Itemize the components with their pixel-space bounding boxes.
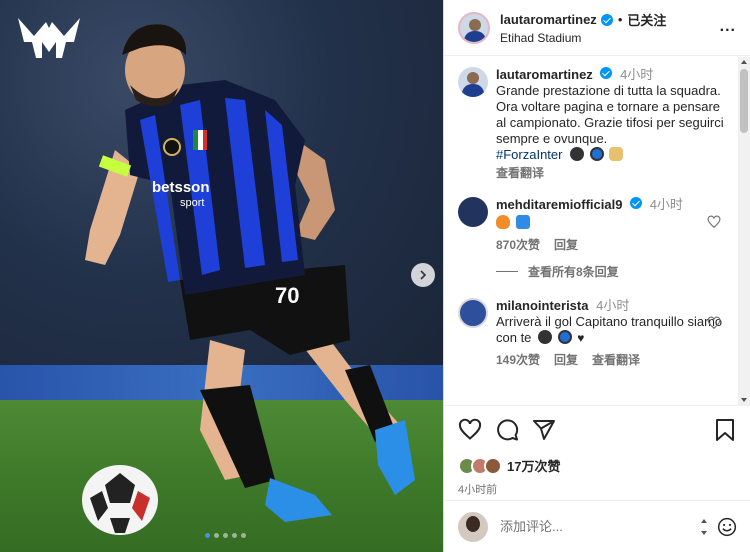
blue-circle-emoji-icon bbox=[557, 330, 572, 344]
comment-username[interactable]: milanointerista bbox=[496, 298, 588, 313]
soccer-ball bbox=[82, 465, 158, 535]
player-photo: 70 betsson sport bbox=[85, 24, 415, 522]
like-comment-icon[interactable] bbox=[707, 316, 721, 330]
comment-likes[interactable]: 149次赞 bbox=[496, 352, 540, 368]
verified-badge-icon bbox=[600, 13, 613, 26]
comment-likes[interactable]: 870次赞 bbox=[496, 237, 540, 253]
next-image-button[interactable] bbox=[411, 263, 435, 287]
carousel-dot bbox=[205, 533, 210, 538]
comment-username[interactable]: mehditaremiofficial9 bbox=[496, 197, 622, 212]
black-heart-emoji-icon: ♥ bbox=[577, 331, 585, 345]
post-media[interactable]: 70 betsson sport bbox=[0, 0, 443, 552]
more-options-icon[interactable]: ... bbox=[720, 18, 736, 36]
comment-icon[interactable] bbox=[495, 418, 519, 442]
post-details-pane: lautaromartinez • 已关注 Etihad Stadium ...… bbox=[443, 0, 750, 552]
share-icon[interactable] bbox=[532, 418, 556, 442]
see-translation-link[interactable]: 查看翻译 bbox=[496, 165, 544, 181]
avatar bbox=[484, 456, 502, 475]
input-spinner[interactable] bbox=[699, 518, 709, 535]
scrollbar-thumb[interactable] bbox=[740, 69, 748, 133]
separator: • bbox=[617, 12, 623, 27]
comment-time[interactable]: 4小时 bbox=[650, 197, 683, 212]
black-circle-emoji-icon bbox=[570, 147, 585, 161]
carousel-dots bbox=[205, 533, 246, 538]
view-replies-button[interactable]: 查看所有8条回复 bbox=[496, 263, 725, 280]
verified-badge-icon bbox=[600, 67, 613, 79]
likes-summary[interactable]: 17万次赞 bbox=[458, 456, 737, 475]
author-username[interactable]: lautaromartinez bbox=[500, 12, 597, 27]
like-comment-icon[interactable] bbox=[707, 215, 721, 229]
list-item: milanointerista 4小时 Arriverà il gol Capi… bbox=[458, 298, 725, 368]
emoji-picker-icon[interactable] bbox=[717, 517, 737, 537]
avatar[interactable] bbox=[458, 67, 488, 97]
heart-icon[interactable] bbox=[458, 418, 482, 442]
list-item: mehditaremiofficial9 4小时 870次赞 回复 bbox=[458, 197, 725, 253]
carousel-dot bbox=[241, 533, 246, 538]
black-circle-emoji-icon bbox=[538, 330, 553, 344]
action-bar: 17万次赞 4小时前 bbox=[444, 405, 750, 497]
sponsor-sub-text: sport bbox=[180, 197, 204, 209]
location-link[interactable]: Etihad Stadium bbox=[500, 31, 666, 45]
add-comment-bar bbox=[444, 500, 750, 552]
comment-input[interactable] bbox=[500, 519, 680, 534]
blue-circle-emoji-icon bbox=[589, 147, 604, 161]
avatar[interactable] bbox=[458, 11, 490, 44]
person-emoji-icon bbox=[609, 147, 624, 161]
carousel-dot bbox=[232, 533, 237, 538]
comment-text: Arriverà il gol Capitano tranquillo siam… bbox=[496, 314, 723, 345]
fire-emoji-icon bbox=[496, 215, 510, 229]
following-button[interactable]: 已关注 bbox=[627, 10, 666, 29]
caption-time[interactable]: 4小时 bbox=[620, 67, 653, 82]
reply-button[interactable]: 回复 bbox=[554, 352, 578, 368]
sponsor-text: betsson bbox=[152, 179, 210, 196]
scroll-down-arrow-icon[interactable] bbox=[741, 398, 747, 402]
watermark-logo-icon bbox=[18, 18, 80, 58]
see-translation-link[interactable]: 查看翻译 bbox=[592, 352, 640, 368]
likes-count[interactable]: 17万次赞 bbox=[507, 456, 560, 475]
comment-time[interactable]: 4小时 bbox=[596, 298, 629, 313]
chevron-right-icon bbox=[420, 270, 427, 280]
post-header: lautaromartinez • 已关注 Etihad Stadium ... bbox=[444, 0, 750, 56]
post-timestamp[interactable]: 4小时前 bbox=[458, 481, 737, 497]
blue-heart-emoji-icon bbox=[515, 215, 530, 229]
hashtag-link[interactable]: #ForzaInter bbox=[496, 147, 562, 162]
comments-list[interactable]: lautaromartinez 4小时 Grande prestazione d… bbox=[444, 57, 739, 405]
comments-scrollbar[interactable] bbox=[738, 57, 750, 405]
caption-text: Grande prestazione di tutta la squadra. … bbox=[496, 83, 724, 146]
carousel-dot bbox=[223, 533, 228, 538]
verified-badge-icon bbox=[630, 197, 643, 209]
scroll-up-arrow-icon[interactable] bbox=[741, 60, 747, 64]
avatar[interactable] bbox=[458, 298, 488, 328]
caption-username[interactable]: lautaromartinez bbox=[496, 67, 593, 82]
shorts-number: 70 bbox=[275, 283, 299, 308]
bookmark-icon[interactable] bbox=[713, 418, 737, 442]
avatar[interactable] bbox=[458, 197, 488, 227]
avatar bbox=[458, 511, 488, 542]
caption: lautaromartinez 4小时 Grande prestazione d… bbox=[458, 67, 725, 181]
reply-button[interactable]: 回复 bbox=[554, 237, 578, 253]
carousel-dot bbox=[214, 533, 219, 538]
